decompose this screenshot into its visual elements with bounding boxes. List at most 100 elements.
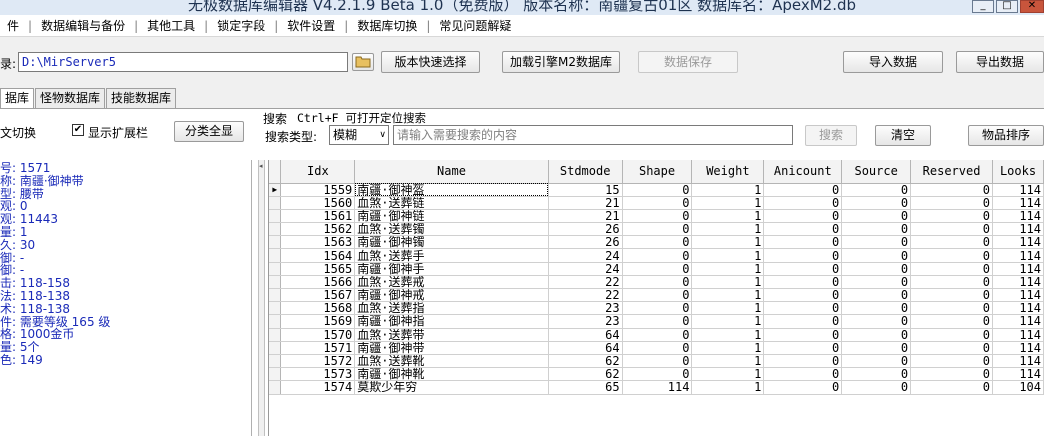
table-cell-anicount[interactable]: 0 (763, 301, 843, 316)
column-header-looks[interactable]: Looks (992, 160, 1044, 184)
row-indicator[interactable] (269, 301, 282, 316)
export-data-button[interactable]: 导出数据 (956, 51, 1044, 73)
table-cell-name[interactable]: 血煞·送葬戒 (354, 275, 549, 290)
table-cell-source[interactable]: 0 (841, 262, 912, 276)
table-cell-weight[interactable]: 1 (691, 341, 765, 355)
table-cell-weight[interactable]: 1 (691, 235, 765, 250)
table-cell-source[interactable]: 0 (841, 314, 912, 329)
show-ext-checkbox[interactable]: ✔ (72, 124, 84, 136)
row-indicator[interactable]: ▶ (269, 183, 282, 197)
table-cell-shape[interactable]: 0 (622, 275, 693, 290)
row-indicator[interactable] (269, 262, 282, 276)
table-cell-stdmode[interactable]: 23 (548, 301, 623, 316)
table-cell-stdmode[interactable]: 21 (548, 209, 623, 224)
table-cell-anicount[interactable]: 0 (763, 288, 843, 303)
table-cell-source[interactable]: 0 (841, 275, 912, 290)
table-cell-anicount[interactable]: 0 (763, 367, 843, 382)
table-cell-reserved[interactable]: 0 (910, 314, 993, 329)
table-cell-reserved[interactable]: 0 (910, 248, 993, 263)
table-row[interactable]: 1561 南疆·御神链 21 0 1 0 0 0 114 (269, 209, 1044, 224)
table-cell-reserved[interactable]: 0 (910, 222, 993, 237)
table-cell-reserved[interactable]: 0 (910, 275, 993, 290)
table-row[interactable]: 1572 血煞·送葬靴 62 0 1 0 0 0 114 (269, 354, 1044, 369)
table-cell-name[interactable]: 南疆·御神靴 (354, 367, 549, 382)
table-cell-stdmode[interactable]: 21 (548, 196, 623, 210)
table-cell-shape[interactable]: 0 (622, 209, 693, 224)
table-cell-shape[interactable]: 0 (622, 341, 693, 355)
table-row[interactable]: 1562 血煞·送葬镯 26 0 1 0 0 0 114 (269, 222, 1044, 237)
panel-splitter[interactable]: ◂ (258, 160, 265, 436)
table-cell-shape[interactable]: 0 (622, 367, 693, 382)
minimize-button[interactable]: _ (972, 0, 994, 13)
row-indicator[interactable] (269, 209, 282, 224)
search-input[interactable]: 请输入需要搜索的内容 (393, 125, 793, 145)
table-cell-source[interactable]: 0 (841, 235, 912, 250)
table-cell-looks[interactable]: 114 (992, 275, 1044, 290)
table-cell-shape[interactable]: 0 (622, 328, 693, 342)
table-row[interactable]: 1560 血煞·送葬链 21 0 1 0 0 0 114 (269, 196, 1044, 210)
table-cell-shape[interactable]: 114 (622, 380, 693, 395)
table-cell-reserved[interactable]: 0 (910, 354, 993, 369)
menu-database-switch[interactable]: 数据库切换 (350, 17, 424, 34)
table-cell-anicount[interactable]: 0 (763, 196, 843, 210)
row-indicator[interactable] (269, 367, 282, 382)
table-cell-shape[interactable]: 0 (622, 183, 693, 197)
table-cell-name[interactable]: 血煞·送葬带 (354, 328, 549, 342)
table-cell-idx[interactable]: 1573 (280, 367, 356, 382)
table-cell-looks[interactable]: 114 (992, 248, 1044, 263)
table-cell-weight[interactable]: 1 (691, 222, 765, 237)
table-row[interactable]: 1563 南疆·御神镯 26 0 1 0 0 0 114 (269, 235, 1044, 250)
table-cell-idx[interactable]: 1566 (280, 275, 356, 290)
table-cell-looks[interactable]: 114 (992, 196, 1044, 210)
table-row[interactable]: 1569 南疆·御神指 23 0 1 0 0 0 114 (269, 314, 1044, 329)
table-cell-reserved[interactable]: 0 (910, 183, 993, 197)
table-cell-shape[interactable]: 0 (622, 196, 693, 210)
version-quick-select-button[interactable]: 版本快速选择 (381, 51, 480, 73)
table-cell-idx[interactable]: 1572 (280, 354, 356, 369)
column-header-stdmode[interactable]: Stdmode (548, 160, 623, 184)
table-cell-name[interactable]: 南疆·御神带 (354, 341, 549, 355)
table-cell-weight[interactable]: 1 (691, 248, 765, 263)
table-cell-looks[interactable]: 114 (992, 209, 1044, 224)
table-cell-looks[interactable]: 114 (992, 222, 1044, 237)
table-cell-weight[interactable]: 1 (691, 367, 765, 382)
table-cell-idx[interactable]: 1567 (280, 288, 356, 303)
import-data-button[interactable]: 导入数据 (843, 51, 943, 73)
table-cell-anicount[interactable]: 0 (763, 354, 843, 369)
load-engine-db-button[interactable]: 加载引擎M2数据库 (502, 51, 620, 73)
table-cell-looks[interactable]: 114 (992, 354, 1044, 369)
table-cell-reserved[interactable]: 0 (910, 196, 993, 210)
table-cell-weight[interactable]: 1 (691, 262, 765, 276)
table-cell-name[interactable]: 南疆·御神镯 (354, 235, 549, 250)
table-cell-weight[interactable]: 1 (691, 288, 765, 303)
table-cell-anicount[interactable]: 0 (763, 183, 843, 197)
table-row[interactable]: 1574 莫欺少年穷 65 114 1 0 0 0 104 (269, 380, 1044, 395)
table-cell-anicount[interactable]: 0 (763, 314, 843, 329)
row-indicator[interactable] (269, 235, 282, 250)
row-indicator[interactable] (269, 275, 282, 290)
search-button[interactable]: 搜索 (805, 125, 857, 146)
table-cell-name[interactable]: 血煞·送葬链 (354, 196, 549, 210)
table-cell-source[interactable]: 0 (841, 354, 912, 369)
table-row[interactable]: ▶ 1559 南疆·御神盔 15 0 1 0 0 0 114 (269, 183, 1044, 197)
menu-file[interactable]: 件 (0, 17, 26, 34)
item-sort-button[interactable]: 物品排序 (968, 125, 1044, 146)
text-switch-label[interactable]: 文切换 (0, 124, 36, 141)
table-cell-source[interactable]: 0 (841, 341, 912, 355)
save-data-button[interactable]: 数据保存 (638, 51, 738, 73)
column-header-name[interactable]: Name (354, 160, 549, 184)
table-cell-looks[interactable]: 114 (992, 341, 1044, 355)
tab-item-db[interactable]: 据库 (0, 88, 35, 109)
search-type-select[interactable]: 模糊 ∨ (329, 125, 389, 145)
table-cell-anicount[interactable]: 0 (763, 262, 843, 276)
table-cell-source[interactable]: 0 (841, 301, 912, 316)
table-cell-idx[interactable]: 1565 (280, 262, 356, 276)
row-indicator[interactable] (269, 248, 282, 263)
table-cell-name[interactable]: 血煞·送葬镯 (354, 222, 549, 237)
table-cell-idx[interactable]: 1560 (280, 196, 356, 210)
table-cell-anicount[interactable]: 0 (763, 222, 843, 237)
table-cell-looks[interactable]: 114 (992, 183, 1044, 197)
column-header-idx[interactable]: Idx (280, 160, 356, 184)
table-cell-stdmode[interactable]: 22 (548, 275, 623, 290)
table-cell-name[interactable]: 莫欺少年穷 (354, 380, 549, 395)
